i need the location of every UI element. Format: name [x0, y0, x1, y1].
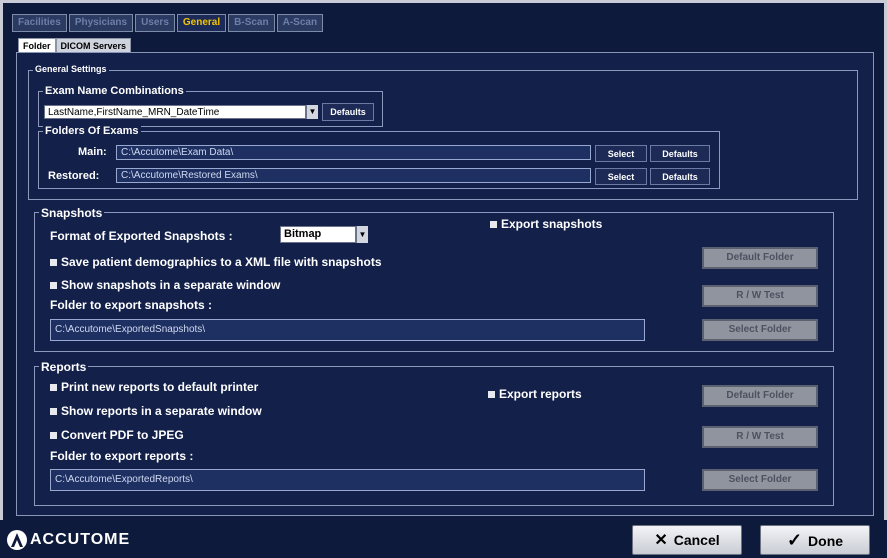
report-select-folder-button[interactable]: Select Folder — [702, 469, 818, 491]
snapshot-rw-test-button[interactable]: R / W Test — [702, 285, 818, 307]
report-default-folder-button[interactable]: Default Folder — [702, 385, 818, 407]
snapshot-format-select[interactable]: Bitmap — [280, 226, 356, 243]
tab-facilities[interactable]: Facilities — [12, 14, 67, 32]
restored-defaults-button[interactable]: Defaults — [650, 168, 710, 185]
reports-separate-window-checkbox[interactable]: Show reports in a separate window — [50, 404, 262, 418]
checkbox-icon[interactable] — [50, 432, 57, 440]
export-snapshots-checkbox[interactable]: Export snapshots — [490, 217, 602, 231]
tab-b-scan[interactable]: B-Scan — [228, 14, 275, 32]
main-defaults-button[interactable]: Defaults — [650, 145, 710, 162]
reports-title: Reports — [39, 360, 89, 374]
checkbox-icon[interactable] — [50, 282, 57, 290]
checkbox-icon[interactable] — [488, 391, 495, 399]
snapshot-folder-label: Folder to export snapshots : — [50, 298, 213, 312]
save-demographics-label: Save patient demographics to a XML file … — [61, 255, 382, 269]
done-label: Done — [808, 533, 844, 549]
chevron-down-icon[interactable]: ▼ — [306, 105, 318, 119]
convert-pdf-label: Convert PDF to JPEG — [61, 428, 184, 442]
tab-general[interactable]: General — [176, 14, 227, 32]
snapshots-separate-window-label: Show snapshots in a separate window — [61, 278, 281, 292]
print-reports-label: Print new reports to default printer — [61, 380, 259, 394]
done-button[interactable]: ✓ Done — [760, 525, 870, 555]
export-snapshots-label: Export snapshots — [501, 217, 603, 231]
convert-pdf-checkbox[interactable]: Convert PDF to JPEG — [50, 428, 184, 442]
report-folder-field[interactable]: C:\Accutome\ExportedReports\ — [50, 469, 645, 491]
export-reports-checkbox[interactable]: Export reports — [488, 387, 582, 401]
snapshot-select-folder-button[interactable]: Select Folder — [702, 319, 818, 341]
snapshots-separate-window-checkbox[interactable]: Show snapshots in a separate window — [50, 278, 280, 292]
exam-name-defaults-button[interactable]: Defaults — [322, 103, 374, 121]
check-icon: ✓ — [786, 530, 803, 550]
cancel-label: Cancel — [673, 532, 720, 548]
exam-name-select[interactable]: LastName,FirstName_MRN_DateTime — [44, 105, 306, 119]
restored-select-button[interactable]: Select — [595, 168, 647, 185]
x-icon: ✕ — [654, 532, 668, 549]
main-select-button[interactable]: Select — [595, 145, 647, 162]
main-folder-label: Main: — [78, 146, 107, 158]
tab-a-scan[interactable]: A-Scan — [276, 14, 324, 32]
tab-users[interactable]: Users — [135, 14, 175, 32]
checkbox-icon[interactable] — [490, 221, 497, 229]
snapshot-format-label: Format of Exported Snapshots : — [50, 229, 233, 243]
save-demographics-checkbox[interactable]: Save patient demographics to a XML file … — [50, 255, 382, 269]
general-settings-title: General Settings — [33, 64, 109, 74]
report-rw-test-button[interactable]: R / W Test — [702, 426, 818, 448]
checkbox-icon[interactable] — [50, 408, 57, 416]
snapshot-folder-field[interactable]: C:\Accutome\ExportedSnapshots\ — [50, 319, 645, 341]
exam-name-title: Exam Name Combinations — [43, 85, 186, 97]
accutome-logo: ACCUTOME — [6, 527, 130, 553]
checkbox-icon[interactable] — [50, 384, 57, 392]
reports-separate-window-label: Show reports in a separate window — [61, 404, 262, 418]
main-folder-field[interactable]: C:\Accutome\Exam Data\ — [116, 145, 591, 160]
cancel-button[interactable]: ✕ Cancel — [632, 525, 742, 555]
report-folder-label: Folder to export reports : — [50, 449, 194, 463]
print-reports-checkbox[interactable]: Print new reports to default printer — [50, 380, 258, 394]
chevron-down-icon[interactable]: ▼ — [356, 226, 368, 243]
tab-physicians[interactable]: Physicians — [68, 14, 134, 32]
top-tab-bar: Facilities Physicians Users General B-Sc… — [12, 14, 324, 32]
sub-tab-bar: Folder DICOM Servers — [18, 38, 132, 54]
restored-folder-label: Restored: — [48, 170, 100, 182]
logo-mark-icon — [7, 530, 27, 550]
export-reports-label: Export reports — [499, 387, 582, 401]
restored-folder-field[interactable]: C:\Accutome\Restored Exams\ — [116, 168, 591, 183]
snapshot-default-folder-button[interactable]: Default Folder — [702, 247, 818, 269]
logo-text: ACCUTOME — [30, 531, 131, 548]
folders-of-exams-title: Folders Of Exams — [43, 125, 141, 137]
snapshots-title: Snapshots — [39, 206, 105, 220]
checkbox-icon[interactable] — [50, 259, 57, 267]
